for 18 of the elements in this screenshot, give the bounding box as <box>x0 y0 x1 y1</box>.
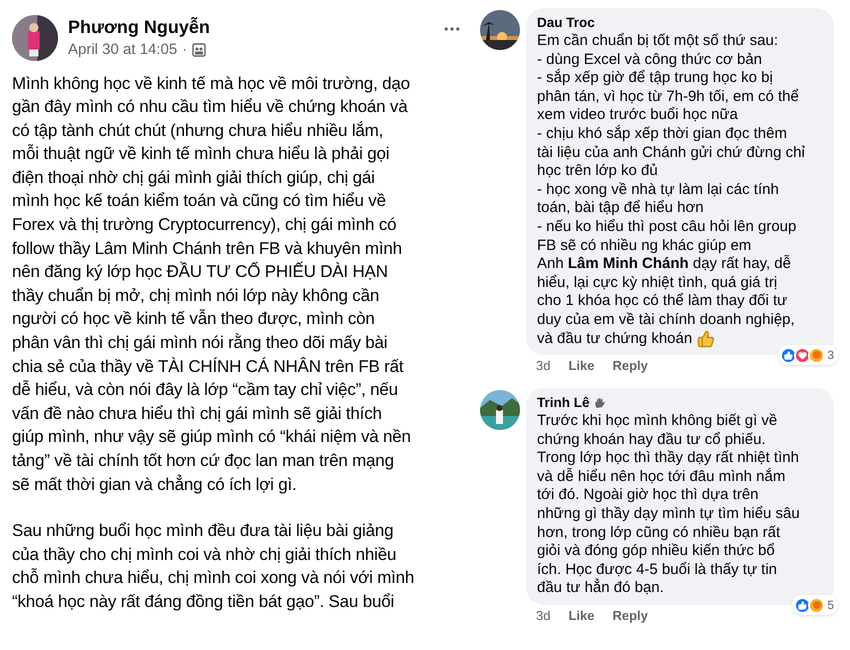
post-paragraph: Sau những buổi học mình đều đưa tài liệu bài giảng của thầy cho chị mình coi và nhờ chị giải thích nhiều chỗ mình chưa hiểu, chị mình coi xong và nói với mình “khoá học này rất đáng đồng tiền bát gạo”. Sau buổi <box>12 520 416 613</box>
comment-action[interactable]: Reply <box>612 358 648 374</box>
comment-author[interactable]: Dau Troc <box>537 14 595 32</box>
group-icon <box>192 43 206 58</box>
comment-author[interactable]: Trinh Lê <box>537 394 590 412</box>
comment-action[interactable]: Like <box>568 358 594 374</box>
reaction-summary[interactable]: 5 <box>792 595 838 616</box>
author-name[interactable]: Phương Nguyễn <box>68 15 432 39</box>
comment-action[interactable]: Reply <box>612 608 648 624</box>
comment-age: 3d <box>536 358 550 374</box>
post-time[interactable]: April 30 at 14:05 <box>68 39 178 62</box>
reaction-count: 3 <box>827 347 834 364</box>
reaction-summary[interactable]: 3 <box>778 345 838 366</box>
comment-action[interactable]: Like <box>568 608 594 624</box>
comment-age: 3d <box>536 608 550 624</box>
reaction-count: 5 <box>827 597 834 614</box>
separator: · <box>182 40 188 60</box>
post-paragraph: Mình không học về kinh tế mà học về môi trường, dạo gần đây mình có nhu cầu tìm hiểu về chứng khoán và có tập tành chút chút (nhưng chưa hiểu nhiều lắm, mỗi thuật ngữ về kinh tế mình chưa hiểu là phải gọi điện thoại nhờ chị gái mình giải thích giúp, chị gái mình học kế toán kiểm toán và cũng có tìm hiểu về Forex và thị trường Cryptocurrency), chị gái mình có follow thầy Lâm Minh Chánh trên FB và khuyên mình nên đăng ký lớp học ĐẦU TƯ CỔ PHIẾU DÀI HẠN thầy chuẩn bị mở, chị mình nói lớp này không cần người có học về kinh tế vẫn theo được, mình còn phân vân thì chị gái mình nói rằng theo dõi mấy bài chia sẻ của thầy về TÀI CHÍNH CÁ NHÂN trên FB rất dễ hiểu, và còn nói đây là lớp “cầm tay chỉ việc”, nếu vấn đề nào chưa hiểu thì chị gái mình sẽ giải thích giúp mình, như vậy sẽ giúp mình có “khái niệm và nền tảng” về tài chính tốt hơn cứ đọc lan man trên mạng sẽ mất thời gian và chẳng có ích lợi gì. <box>12 72 412 496</box>
